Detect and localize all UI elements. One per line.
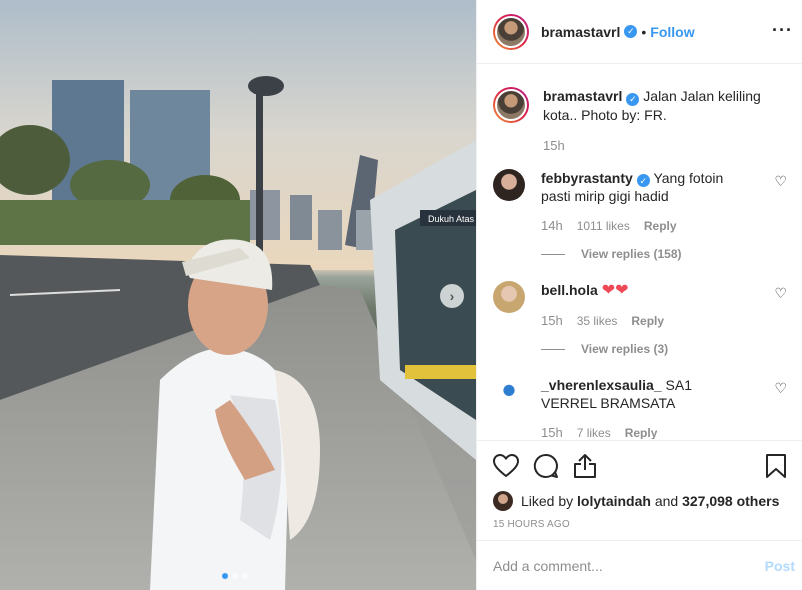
likes-connector: and bbox=[654, 493, 679, 509]
caption-avatar[interactable] bbox=[493, 87, 529, 123]
author-username[interactable]: bramastavrl bbox=[541, 24, 620, 40]
follow-button[interactable]: Follow bbox=[650, 24, 694, 40]
comment-like-heart-icon[interactable]: ♡ bbox=[774, 380, 787, 397]
comment-text: ❤❤ bbox=[601, 282, 629, 299]
carousel-dots bbox=[222, 573, 248, 579]
commenter-avatar[interactable] bbox=[493, 376, 525, 408]
comment-likes[interactable]: 1011 likes bbox=[577, 217, 630, 235]
carousel-dot-3 bbox=[242, 573, 248, 579]
caption-time: 15h bbox=[543, 137, 565, 153]
post-actions: Liked by lolytaindah and 327,098 others … bbox=[477, 440, 802, 530]
comment-like-heart-icon[interactable]: ♡ bbox=[774, 285, 787, 302]
post-comment-button[interactable]: Post bbox=[765, 558, 795, 574]
liker-avatar[interactable] bbox=[493, 491, 513, 511]
carousel-dot-1 bbox=[222, 573, 228, 579]
comments-list[interactable]: bramastavrl ✓ Jalan Jalan keliling kota..… bbox=[477, 65, 802, 439]
comment-like-heart-icon[interactable]: ♡ bbox=[774, 173, 787, 190]
view-replies-button[interactable]: View replies (3) bbox=[541, 340, 751, 358]
post-photo[interactable]: Dukuh Atas › bbox=[0, 0, 476, 590]
view-replies-button[interactable]: View replies (158) bbox=[541, 245, 751, 263]
separator-bullet: • bbox=[641, 23, 647, 40]
comment-likes[interactable]: 35 likes bbox=[577, 312, 618, 330]
reply-button[interactable]: Reply bbox=[631, 312, 664, 330]
reply-button[interactable]: Reply bbox=[644, 217, 677, 235]
commenter-username[interactable]: _vherenlexsaulia_ bbox=[541, 377, 662, 393]
verified-badge-icon: ✓ bbox=[624, 25, 638, 38]
author-avatar[interactable] bbox=[493, 13, 529, 50]
comment-time: 15h bbox=[541, 425, 563, 439]
commenter-avatar[interactable] bbox=[493, 168, 525, 201]
comment-item: _vherenlexsaulia_ SA1 VERREL BRAMSATA 15… bbox=[493, 376, 787, 439]
commenter-username[interactable]: bell.hola bbox=[541, 282, 598, 298]
like-heart-icon[interactable] bbox=[493, 454, 519, 478]
post-sidebar: bramastavrl ✓ • Follow ··· bramastavrl ✓ … bbox=[476, 0, 802, 590]
share-icon[interactable] bbox=[573, 453, 597, 479]
comment-time: 15h bbox=[541, 313, 563, 328]
likes-prefix: Liked by bbox=[521, 493, 574, 509]
liker-username[interactable]: lolytaindah bbox=[577, 493, 651, 509]
verified-badge-icon: ✓ bbox=[626, 92, 640, 106]
post-timestamp[interactable]: 15 HOURS AGO bbox=[493, 519, 787, 530]
comment-input[interactable] bbox=[493, 557, 765, 574]
verified-badge-icon: ✓ bbox=[636, 174, 650, 187]
caption-username[interactable]: bramastavrl bbox=[543, 88, 622, 104]
commenter-avatar[interactable] bbox=[493, 281, 525, 313]
likes-summary: Liked by lolytaindah and 327,098 others bbox=[493, 491, 787, 511]
comment-bubble-icon[interactable] bbox=[533, 453, 559, 479]
caption: bramastavrl ✓ Jalan Jalan keliling kota..… bbox=[493, 87, 787, 124]
next-slide-button[interactable]: › bbox=[440, 284, 464, 308]
comment-item: febbyrastanty ✓ Yang fotoin pasti mirip g… bbox=[493, 168, 787, 264]
post-header: bramastavrl ✓ • Follow ··· bbox=[477, 0, 802, 64]
view-replies-label: View replies (3) bbox=[581, 342, 669, 356]
commenter-username[interactable]: febbyrastanty bbox=[541, 170, 633, 186]
view-replies-label: View replies (158) bbox=[581, 247, 682, 261]
photo-scene: Dukuh Atas bbox=[0, 0, 476, 590]
station-sign: Dukuh Atas bbox=[428, 214, 475, 224]
bookmark-icon[interactable] bbox=[765, 453, 787, 479]
likes-others-count[interactable]: 327,098 others bbox=[682, 493, 779, 509]
comment-time: 14h bbox=[541, 218, 563, 233]
add-comment-bar: Post bbox=[477, 540, 802, 590]
reply-button[interactable]: Reply bbox=[625, 424, 658, 439]
comment-likes[interactable]: 7 likes bbox=[577, 424, 611, 439]
carousel-dot-2 bbox=[232, 573, 238, 579]
ellipsis-icon[interactable]: ··· bbox=[772, 20, 793, 41]
caption-text-block: bramastavrl ✓ Jalan Jalan keliling kota..… bbox=[543, 87, 787, 124]
comment-item: bell.hola ❤❤ 15h 35 likes Reply View rep… bbox=[493, 281, 787, 358]
